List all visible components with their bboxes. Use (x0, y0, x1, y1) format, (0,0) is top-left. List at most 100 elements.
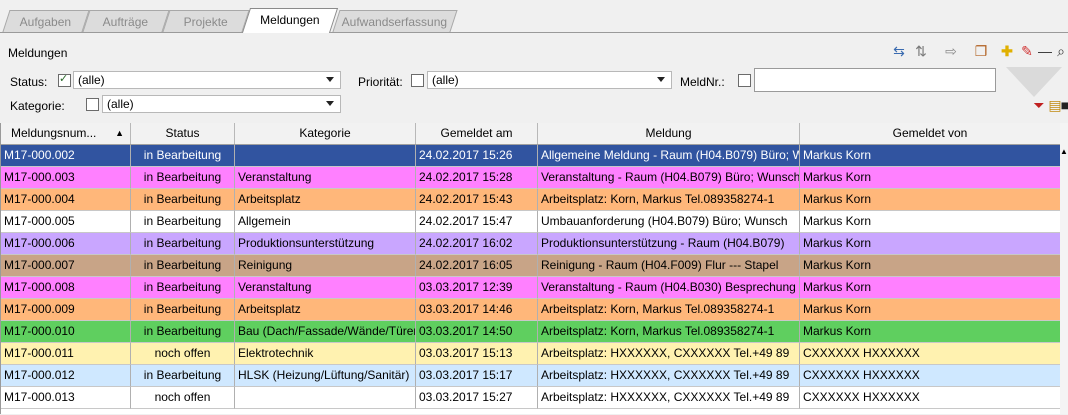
funnel-graphic (1006, 67, 1062, 97)
status-select[interactable]: (alle) (73, 71, 341, 89)
meldnr-input[interactable] (754, 68, 996, 92)
kategorie-select[interactable]: (alle) (102, 95, 341, 113)
cell-meldung: Allgemeine Meldung - Raum (H04.B079) Bür… (538, 145, 800, 167)
tab-label: Aufträge (102, 15, 149, 29)
table-row[interactable]: M17-000.012 in Bearbeitung HLSK (Heizung/L… (1, 365, 1061, 387)
cell-gemeldet-am: 24.02.2017 16:02 (416, 233, 538, 255)
kategorie-checkbox[interactable] (86, 98, 99, 111)
cell-status: noch offen (131, 387, 235, 409)
table-row[interactable]: M17-000.013 noch offen 03.03.2017 15:27 Arb… (1, 387, 1061, 409)
cell-meldung: Umbauanforderung (H04.B079) Büro; Wunsch (538, 211, 800, 233)
status-value: (alle) (78, 73, 105, 87)
add-icon[interactable]: ✚ (998, 42, 1016, 60)
cell-kategorie: Reinigung (235, 255, 416, 277)
cell-gemeldet-am: 24.02.2017 15:28 (416, 167, 538, 189)
cell-meldung: Reinigung - Raum (H04.F009) Flur --- Sta… (538, 255, 800, 277)
tab-aufwandserfassung[interactable]: Aufwandserfassung (332, 10, 458, 32)
edit-icon[interactable]: ✎ (1018, 42, 1036, 60)
cell-gemeldet-von: Markus Korn (800, 145, 1061, 167)
chevron-down-icon (326, 101, 334, 106)
panel-title: Meldungen (8, 46, 68, 60)
cell-gemeldet-von: CXXXXXX HXXXXXX (800, 387, 1061, 409)
col-header-gemeldet-am[interactable]: Gemeldet am (416, 123, 538, 144)
table-row[interactable]: M17-000.003 in Bearbeitung Veranstaltung 24… (1, 167, 1061, 189)
cell-gemeldet-am: 03.03.2017 15:13 (416, 343, 538, 365)
cell-kategorie: Veranstaltung (235, 167, 416, 189)
col-header-label: Gemeldet am (440, 126, 513, 140)
cell-status: in Bearbeitung (131, 211, 235, 233)
col-header-gemeldet-von[interactable]: Gemeldet von (800, 123, 1061, 144)
meldnr-checkbox[interactable] (738, 74, 751, 87)
table-row[interactable]: M17-000.011 noch offen Elektrotechnik 03.03… (1, 343, 1061, 365)
cell-kategorie: Elektrotechnik (235, 343, 416, 365)
cell-gemeldet-von: Markus Korn (800, 321, 1061, 343)
cell-status: in Bearbeitung (131, 255, 235, 277)
table-row[interactable]: M17-000.004 in Bearbeitung Arbeitsplatz 24.… (1, 189, 1061, 211)
table-row[interactable]: M17-000.010 in Bearbeitung Bau (Dach/Fassa… (1, 321, 1061, 343)
scroll-up-icon[interactable]: ▲ (1060, 147, 1068, 156)
cell-gemeldet-von: Markus Korn (800, 277, 1061, 299)
cell-gemeldet-von: Markus Korn (800, 299, 1061, 321)
col-header-label: Meldung (645, 126, 692, 140)
col-header-kategorie[interactable]: Kategorie (235, 123, 416, 144)
col-header-meldung[interactable]: Meldung (538, 123, 800, 144)
cell-gemeldet-von: Markus Korn (800, 255, 1061, 277)
cell-meldungsnummer: M17-000.005 (1, 211, 131, 233)
chevron-down-icon (326, 77, 334, 82)
table-row[interactable]: M17-000.006 in Bearbeitung Produktionsunte… (1, 233, 1061, 255)
cell-meldung: Veranstaltung - Raum (H04.B079) Büro; Wu… (538, 167, 800, 189)
table-row[interactable]: M17-000.002 in Bearbeitung 24.02.2017 15:2… (1, 145, 1061, 167)
cell-meldung: Arbeitsplatz: HXXXXXX, CXXXXXX Tel.+49 8… (538, 387, 800, 409)
cell-meldungsnummer: M17-000.006 (1, 233, 131, 255)
cell-status: in Bearbeitung (131, 321, 235, 343)
tab-label: Aufwandserfassung (341, 15, 448, 29)
cell-status: in Bearbeitung (131, 277, 235, 299)
export-icon[interactable]: ⇨ (942, 42, 960, 60)
prioritaet-select[interactable]: (alle) (427, 71, 672, 89)
copy-icon[interactable]: ❐ (972, 42, 990, 60)
move-to-icon[interactable]: ⇆ (890, 42, 908, 60)
cell-gemeldet-am: 24.02.2017 15:47 (416, 211, 538, 233)
meldnr-label: MeldNr.: (680, 75, 725, 89)
cell-meldung: Arbeitsplatz: HXXXXXX, CXXXXXX Tel.+49 8… (538, 365, 800, 387)
vertical-scrollbar[interactable]: ▲ (1060, 123, 1068, 414)
cell-status: in Bearbeitung (131, 299, 235, 321)
table-row[interactable]: M17-000.007 in Bearbeitung Reinigung 24.02.… (1, 255, 1061, 277)
cell-meldungsnummer: M17-000.008 (1, 277, 131, 299)
cell-meldungsnummer: M17-000.004 (1, 189, 131, 211)
col-header-meldungsnummer[interactable]: Meldungsnum... ▲ (1, 123, 131, 144)
col-header-label: Status (165, 126, 200, 140)
tab-aufgaben[interactable]: Aufgaben (2, 10, 90, 32)
cell-kategorie (235, 145, 416, 167)
save-icon[interactable]: ■ (1060, 96, 1068, 114)
cell-gemeldet-am: 03.03.2017 12:39 (416, 277, 538, 299)
col-header-status[interactable]: Status (131, 123, 235, 144)
cell-meldungsnummer: M17-000.002 (1, 145, 131, 167)
tab-label: Aufgaben (19, 15, 72, 29)
cell-gemeldet-von: Markus Korn (800, 211, 1061, 233)
prioritaet-checkbox[interactable] (411, 74, 424, 87)
preview-icon[interactable]: ⌕ (1052, 42, 1068, 60)
status-checkbox[interactable] (58, 72, 71, 87)
cell-meldungsnummer: M17-000.013 (1, 387, 131, 409)
kategorie-value: (alle) (107, 97, 134, 111)
cell-meldungsnummer: M17-000.012 (1, 365, 131, 387)
table-row[interactable]: M17-000.009 in Bearbeitung Arbeitsplatz 03.… (1, 299, 1061, 321)
relocate-icon[interactable]: ⇅ (912, 42, 930, 60)
tab-meldungen[interactable]: Meldungen (241, 8, 339, 33)
tab-auftraege[interactable]: Aufträge (82, 10, 170, 32)
kategorie-label: Kategorie: (10, 99, 65, 113)
prioritaet-value: (alle) (432, 73, 459, 87)
cell-gemeldet-von: CXXXXXX HXXXXXX (800, 365, 1061, 387)
cell-meldungsnummer: M17-000.011 (1, 343, 131, 365)
col-header-label: Kategorie (299, 126, 351, 140)
table-row[interactable]: M17-000.008 in Bearbeitung Veranstaltung 03… (1, 277, 1061, 299)
table-row[interactable]: M17-000.005 in Bearbeitung Allgemein 24.02.… (1, 211, 1061, 233)
cell-meldung: Arbeitsplatz: HXXXXXX, CXXXXXX Tel.+49 8… (538, 343, 800, 365)
cell-meldungsnummer: M17-000.009 (1, 299, 131, 321)
prioritaet-label: Priorität: (358, 75, 403, 89)
cell-gemeldet-von: CXXXXXX HXXXXXX (800, 343, 1061, 365)
cell-kategorie: Produktionsunterstützung (235, 233, 416, 255)
tab-projekte[interactable]: Projekte (162, 10, 250, 32)
sort-icon[interactable]: ▲ (115, 123, 124, 143)
